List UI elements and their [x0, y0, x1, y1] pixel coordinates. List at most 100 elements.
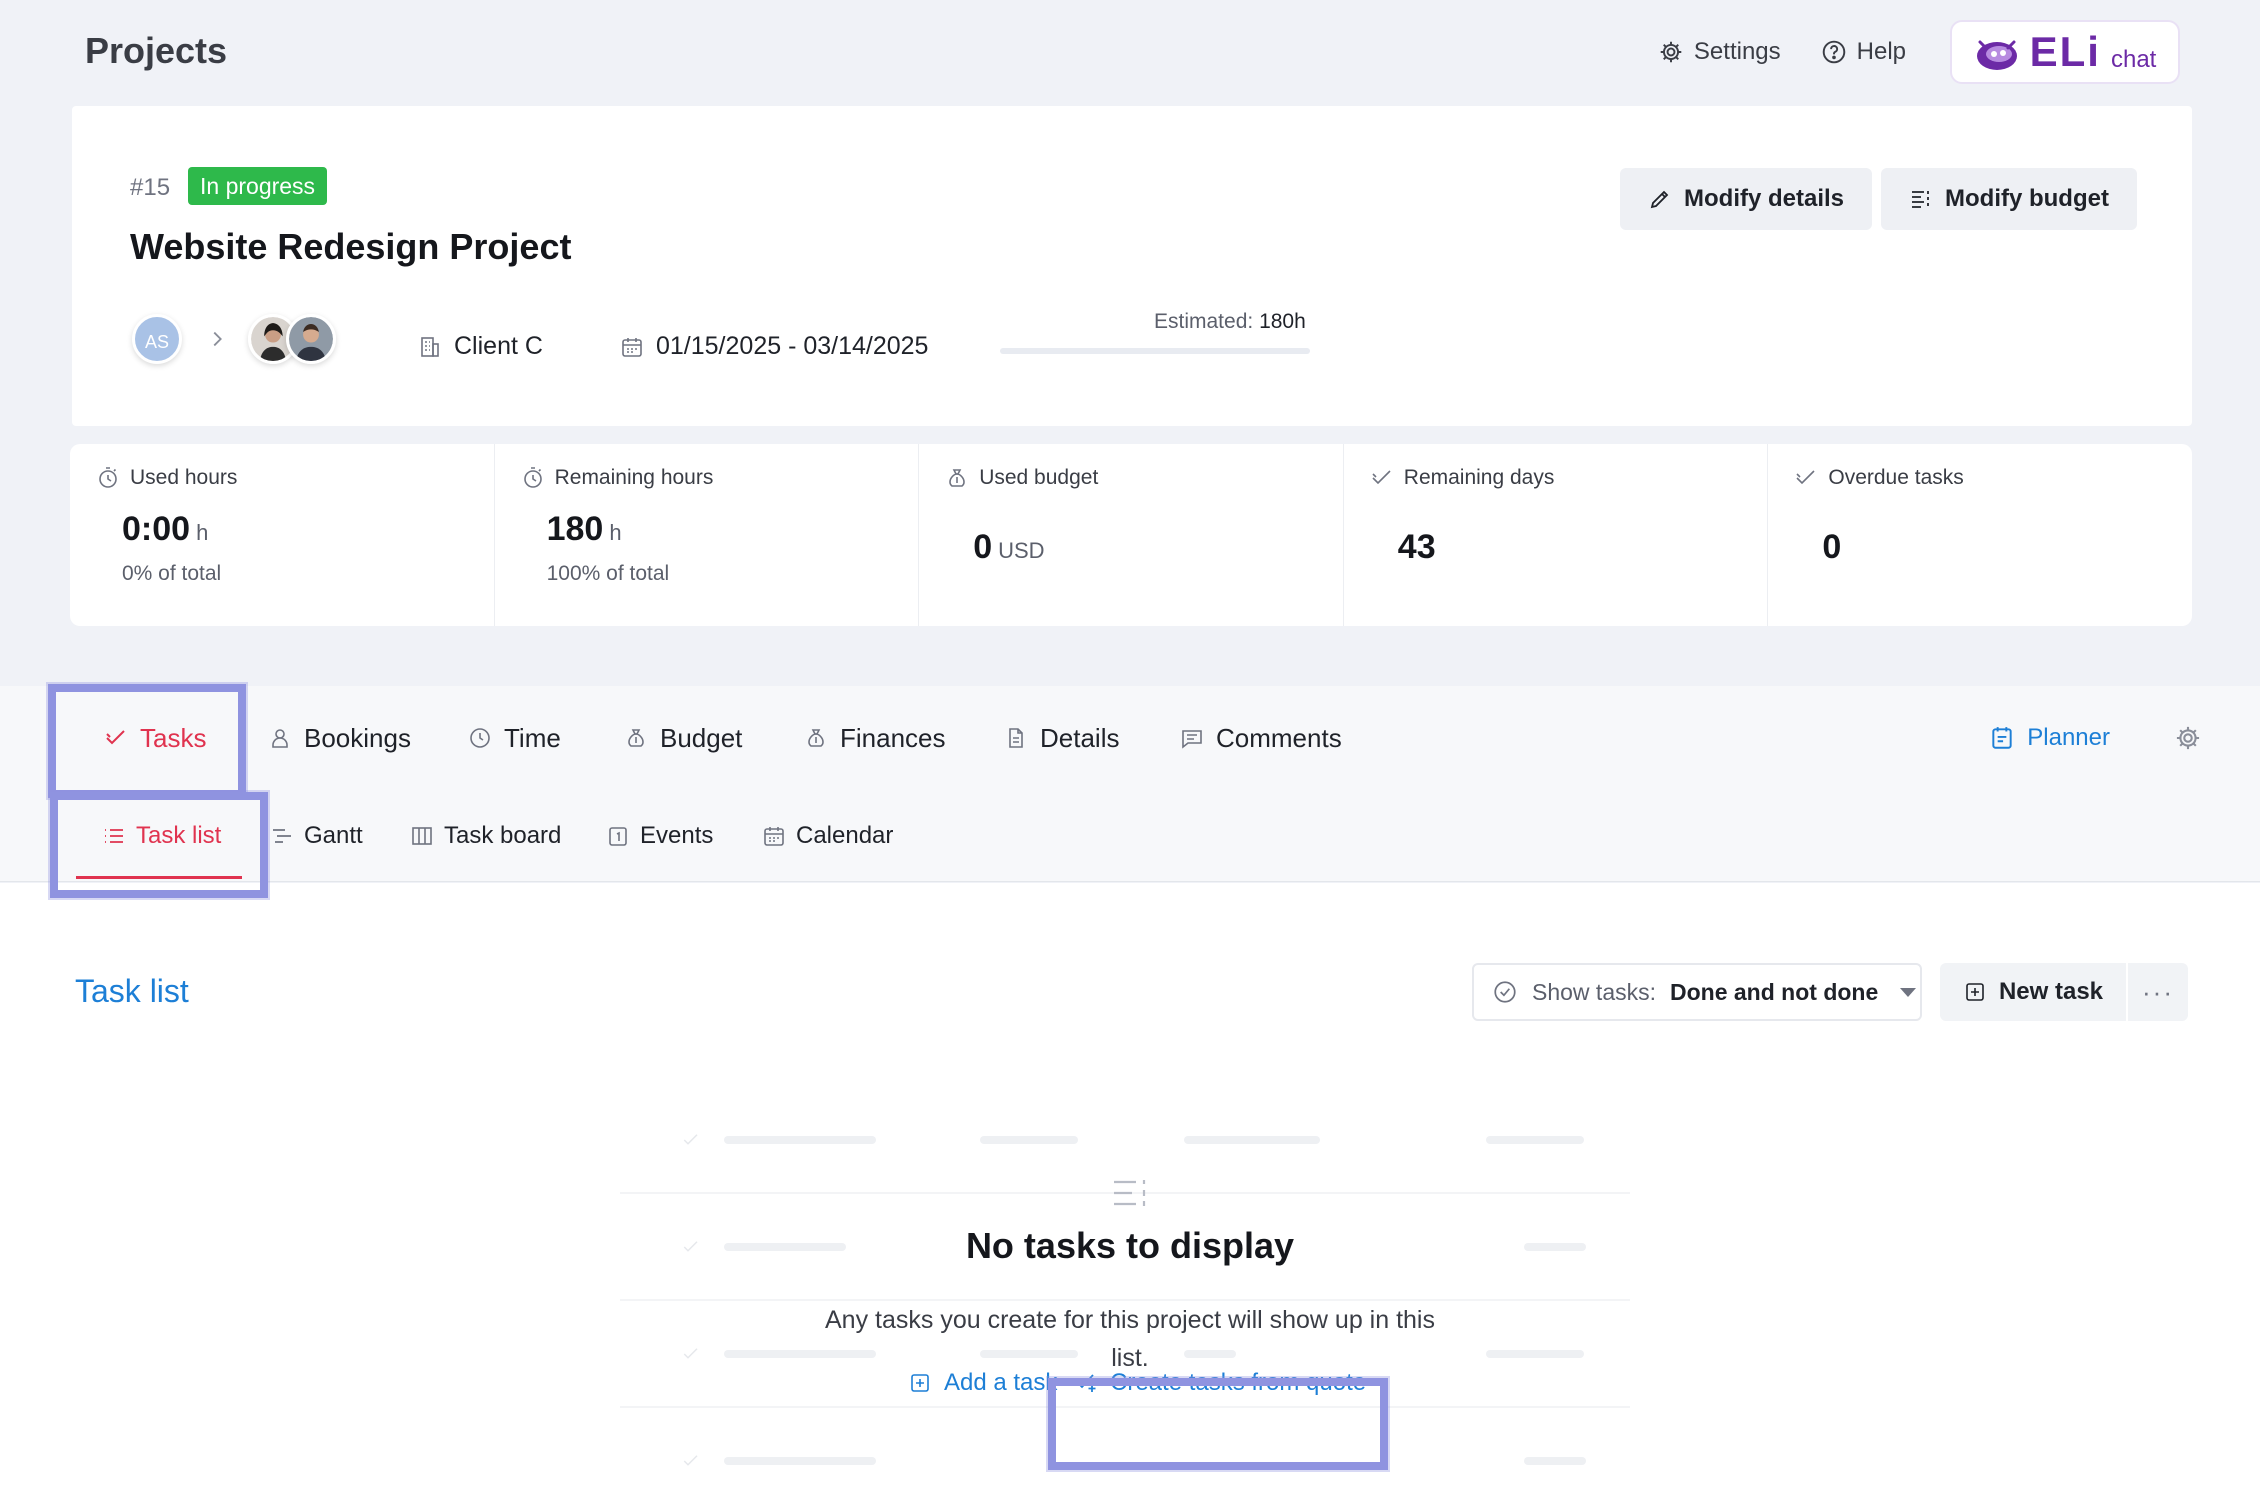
event-icon [609, 827, 627, 846]
page-title: Projects [85, 30, 228, 71]
stat-label-text: Overdue tasks [1828, 466, 1964, 489]
stat-value: 180 h [547, 510, 622, 549]
stat-value-number: 0 [973, 528, 993, 566]
plus-square-icon [1966, 983, 1984, 1001]
stat-card: Used hours 0:00 h 0% of total [70, 444, 495, 626]
tab-details[interactable]: Details [1004, 686, 1119, 790]
stat-value: 0:00 h [122, 510, 208, 549]
project-name: Website Redesign Project [130, 226, 572, 267]
check-plus-icon [1076, 1374, 1096, 1392]
avatar[interactable] [286, 314, 336, 364]
tab-comments[interactable]: Comments [1180, 686, 1342, 790]
tab-label: Time [504, 722, 561, 753]
stat-card: Used budget 0 USD [919, 444, 1344, 626]
stat-label: Remaining hours [521, 466, 714, 490]
stat-value-number: 43 [1397, 528, 1436, 566]
placeholder-line [1524, 1457, 1586, 1465]
placeholder-check-icon [683, 1348, 698, 1359]
stat-value-number: 180 [546, 510, 604, 548]
main-tabs: Tasks Bookings Time Budget Finances Deta… [0, 686, 2260, 790]
user-icon [272, 729, 288, 748]
section-title: Task list [75, 973, 189, 1009]
placeholder-check-icon [683, 1134, 698, 1145]
double-check-icon [1372, 470, 1391, 485]
stat-label: Used hours [96, 466, 237, 490]
add-task-label: Add a task [944, 1369, 1058, 1396]
active-subtab-underline [76, 876, 242, 879]
estimated-progress-bar [1000, 348, 1310, 354]
empty-list-icon [1114, 1180, 1146, 1206]
new-task-button[interactable]: New task [1940, 963, 2126, 1021]
empty-state-title: No tasks to display [965, 1225, 1295, 1266]
money-bag-icon [949, 469, 965, 487]
task-list-content: Task list Show tasks: Done and not done … [0, 883, 2260, 1504]
new-task-label: New task [1998, 978, 2104, 1005]
stopwatch-icon [523, 467, 542, 488]
subtab-label: Gantt [304, 822, 363, 849]
tab-label: Budget [660, 722, 743, 753]
estimated-hours: Estimated: 180h [1154, 310, 1306, 334]
modify-budget-button[interactable]: Modify budget [1881, 168, 2137, 230]
stat-unit: h [609, 520, 622, 545]
top-bar: Projects Settings Help ELi chat [0, 0, 2260, 104]
stat-value: 0 USD [973, 528, 1044, 567]
modify-details-button[interactable]: Modify details [1620, 168, 1873, 230]
tab-tasks[interactable]: Tasks [104, 686, 206, 790]
settings-link[interactable]: Settings [1658, 38, 1781, 66]
show-tasks-filter[interactable]: Show tasks: Done and not done [1472, 963, 1922, 1021]
client-info: Client C [418, 332, 543, 361]
pencil-icon [1650, 190, 1669, 209]
tab-label: Tasks [140, 722, 207, 753]
stat-label-text: Remaining hours [554, 466, 714, 489]
eli-logo-text: ELi [2029, 28, 2101, 75]
board-icon [412, 827, 432, 845]
placeholder-divider [620, 1406, 1630, 1408]
subtab-task-list[interactable]: Task list [102, 790, 221, 882]
tab-bookings[interactable]: Bookings [268, 686, 411, 790]
double-check-icon [1796, 470, 1815, 485]
subtab-gantt[interactable]: Gantt [270, 790, 363, 882]
filter-value: Done and not done [1670, 978, 1879, 1005]
building-icon [421, 336, 439, 357]
stat-label-text: Used hours [130, 466, 238, 489]
create-tasks-from-quote-label: Create tasks from quote [1110, 1369, 1367, 1396]
project-card: #15 In progress Website Redesign Project… [72, 106, 2192, 426]
tab-finances[interactable]: Finances [804, 686, 946, 790]
modify-budget-label: Modify budget [1945, 185, 2109, 212]
stat-value-number: 0:00 [122, 510, 191, 548]
estimated-label: Estimated: [1154, 310, 1254, 333]
subtab-events[interactable]: Events [606, 790, 713, 882]
stat-label: Overdue tasks [1794, 466, 1964, 490]
calendar-icon [764, 827, 784, 846]
stat-label: Used budget [945, 466, 1098, 490]
top-actions: Settings Help ELi chat [1658, 20, 2180, 84]
tab-budget[interactable]: Budget [624, 686, 742, 790]
check-circle-icon [1494, 981, 1516, 1003]
stopwatch-icon [99, 467, 117, 488]
date-range: 01/15/2025 - 03/14/2025 [620, 332, 928, 361]
owner-avatar[interactable]: AS [132, 314, 182, 364]
eli-chat-button[interactable]: ELi chat [1950, 20, 2180, 84]
placeholder-line [724, 1457, 876, 1465]
create-tasks-from-quote-button[interactable]: Create tasks from quote [1074, 1369, 1366, 1397]
tab-label: Details [1040, 722, 1120, 753]
stat-subtext: 0% of total [122, 562, 222, 585]
subtab-task-board[interactable]: Task board [410, 790, 561, 882]
tab-label: Finances [840, 722, 946, 753]
stat-label: Remaining days [1370, 466, 1554, 490]
planner-button[interactable]: Planner [1989, 686, 2110, 790]
more-options-button[interactable]: ··· [2128, 963, 2188, 1021]
subtab-calendar[interactable]: Calendar [762, 790, 893, 882]
placeholder-line [1184, 1136, 1320, 1144]
placeholder-line [980, 1136, 1078, 1144]
help-label: Help [1856, 38, 1906, 65]
placeholder-line [1486, 1350, 1584, 1358]
subtab-label: Task board [444, 822, 562, 849]
help-link[interactable]: Help [1821, 38, 1906, 66]
add-task-button[interactable]: Add a task [908, 1369, 1057, 1397]
settings-label: Settings [1693, 38, 1781, 65]
placeholder-check-icon [683, 1455, 698, 1466]
subtab-label: Task list [136, 822, 222, 849]
tab-time[interactable]: Time [468, 686, 561, 790]
gear-icon[interactable] [2174, 724, 2202, 752]
